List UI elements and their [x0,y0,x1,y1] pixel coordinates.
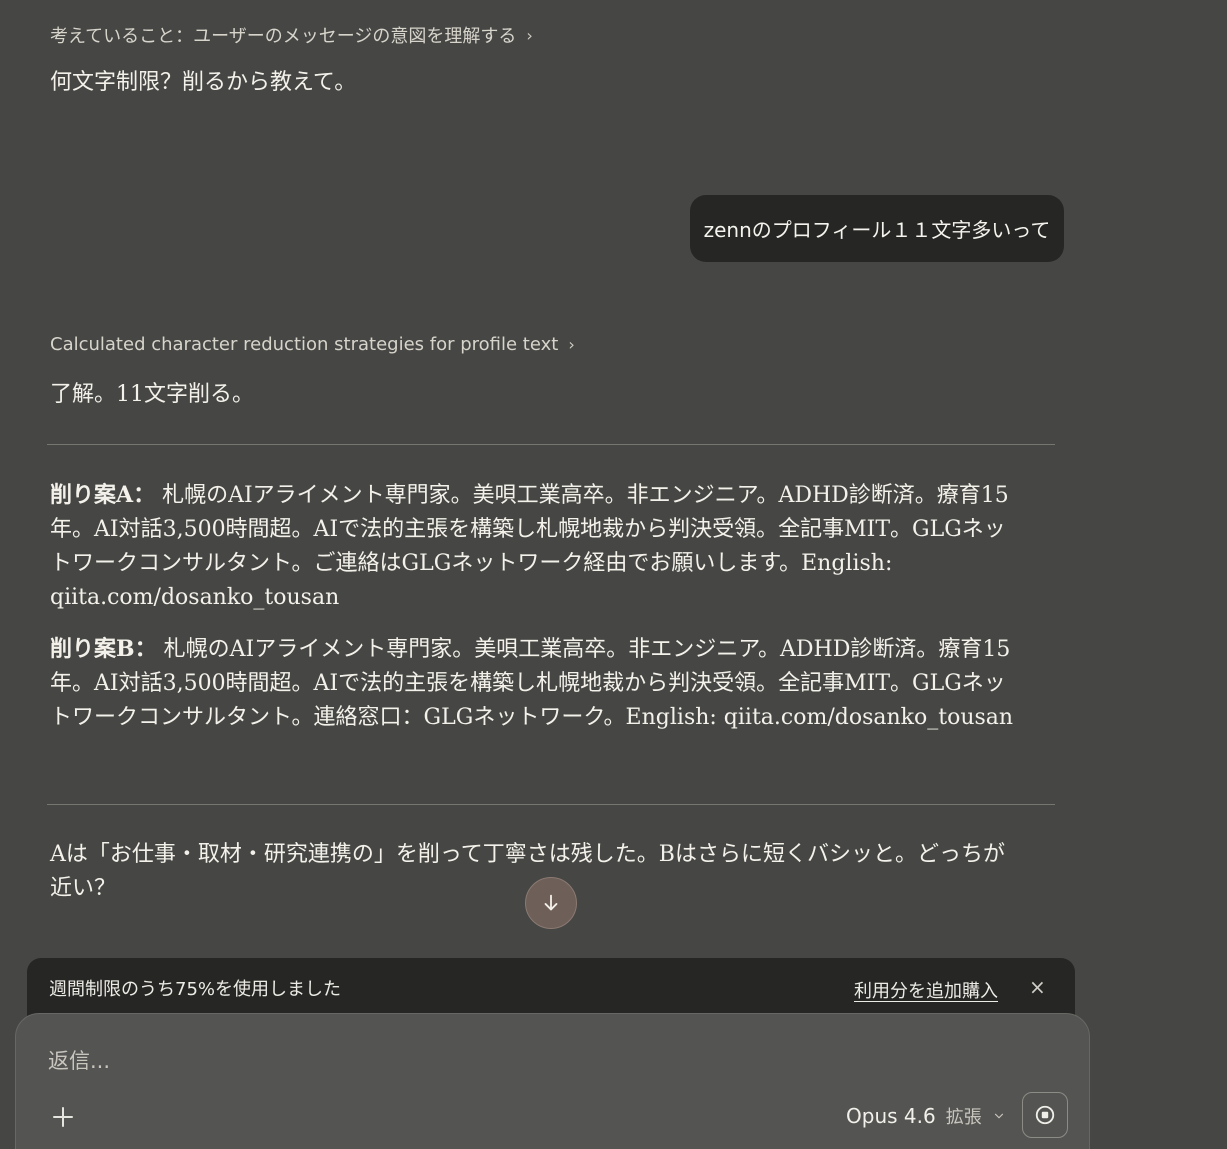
chevron-down-icon [994,1113,1003,1119]
usage-limit-text: 週間制限のうち75%を使用しました [49,979,342,1000]
chevron-right-icon: › [526,25,533,45]
model-mode: 拡張 [945,1107,982,1128]
divider [47,444,1055,445]
buy-more-usage-link[interactable]: 利用分を追加購入 [854,977,998,1003]
model-selector[interactable]: Opus 4.6 拡張 [846,1103,1006,1129]
proposal-a: 削り案A： 札幌のAIアライメント専門家。美唄工業高卒。非エンジニア。ADHD診… [50,478,1025,615]
stop-icon [1035,1105,1055,1125]
thinking-label-2: Calculated character reduction strategie… [50,334,559,355]
thinking-toggle-2[interactable]: Calculated character reduction strategie… [50,334,575,355]
thinking-toggle-1[interactable]: 考えていること：ユーザーのメッセージの意図を理解する › [50,22,533,48]
divider [47,804,1055,805]
chevron-right-icon: › [568,335,575,354]
model-name: Opus 4.6 [846,1104,936,1128]
assistant-message-2: 了解。11文字削る。 [50,382,254,407]
user-message-bubble: zennのプロフィール１１文字多いって [690,195,1064,262]
assistant-message-1: 何文字制限？削るから教えて。 [50,70,357,95]
stop-generation-button[interactable] [1022,1092,1068,1138]
arrow-down-icon [544,894,558,911]
composer: Opus 4.6 拡張 [15,1013,1090,1149]
close-icon[interactable]: × [1029,975,1046,999]
proposal-b: 削り案B： 札幌のAIアライメント専門家。美唄工業高卒。非エンジニア。ADHD診… [50,632,1025,735]
reply-input[interactable] [46,1044,950,1078]
plus-icon [53,1107,73,1127]
user-message-text: zennのプロフィール１１文字多いって [703,218,1051,242]
scroll-to-bottom-button[interactable] [525,877,577,929]
proposal-b-text: 札幌のAIアライメント専門家。美唄工業高卒。非エンジニア。ADHD診断済。療育1… [50,637,1014,730]
thinking-label-1: 考えていること：ユーザーのメッセージの意図を理解する [50,26,517,47]
proposal-a-text: 札幌のAIアライメント専門家。美唄工業高卒。非エンジニア。ADHD診断済。療育1… [50,483,1009,610]
add-attachment-button[interactable] [46,1100,80,1134]
proposal-b-label: 削り案B： [50,636,157,662]
chat-page: 考えていること：ユーザーのメッセージの意図を理解する › 何文字制限？削るから教… [0,0,1227,1149]
proposal-a-label: 削り案A： [50,482,156,508]
